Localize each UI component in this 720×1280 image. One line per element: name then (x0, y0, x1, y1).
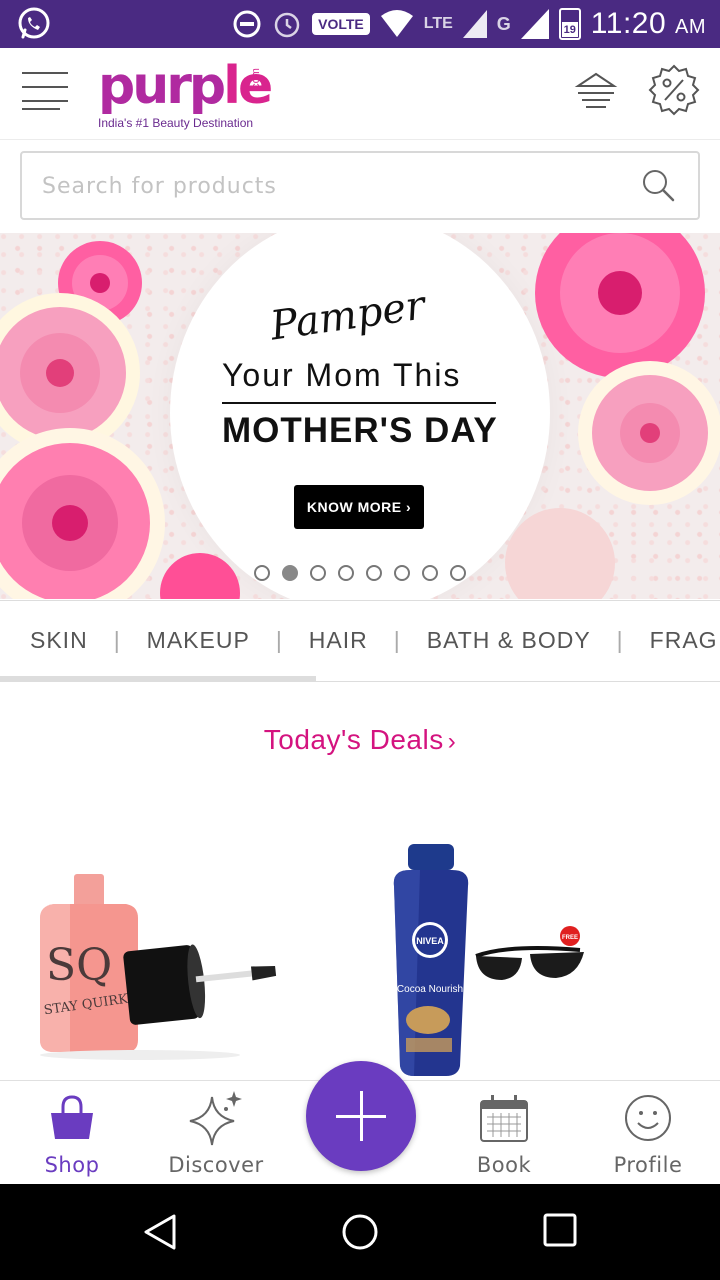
category-separator: | (113, 627, 121, 653)
carousel-dot[interactable] (450, 565, 466, 581)
battery-icon: 19 (558, 8, 581, 40)
plus-fab-button[interactable] (306, 1061, 416, 1171)
app-bar: purple .com India's #1 Beauty Destinatio… (0, 48, 720, 140)
logo-tagline: India's #1 Beauty Destination (98, 116, 254, 130)
tab-profile[interactable]: Profile (576, 1081, 720, 1185)
whatsapp-icon (18, 7, 50, 39)
g-network-label: G (496, 13, 511, 34)
product-brand-text: SQ (46, 940, 112, 991)
search-icon[interactable] (640, 167, 676, 203)
category-tab-skin[interactable]: SKIN (30, 627, 88, 654)
android-navigation-bar (0, 1184, 720, 1280)
search-input[interactable] (42, 167, 622, 205)
chevron-right-icon: › (447, 728, 457, 755)
home-icon[interactable] (340, 1212, 380, 1252)
todays-deals-link[interactable]: Today's Deals › (0, 724, 720, 756)
banner-subheadline: MOTHER'S DAY (222, 411, 498, 450)
tab-label: Discover (168, 1153, 264, 1177)
category-tab-fragrance[interactable]: FRAG (650, 627, 718, 654)
carousel-dot[interactable] (422, 565, 438, 581)
purple-logo[interactable]: purple .com India's #1 Beauty Destinatio… (98, 54, 273, 138)
tab-discover[interactable]: Discover (144, 1081, 288, 1185)
know-more-button[interactable]: KNOW MORE › (294, 485, 424, 529)
filter-icon[interactable] (574, 72, 618, 112)
clock: 11:20 AM (591, 7, 706, 41)
banner-headline: Your Mom This (222, 357, 462, 393)
clock-ampm: AM (675, 16, 706, 38)
category-scroll-indicator (0, 676, 316, 681)
menu-icon[interactable] (22, 70, 68, 110)
signal-icon-1 (462, 10, 487, 38)
volte-badge: VOLTE (312, 13, 370, 35)
status-bar: VOLTE LTE G 19 11:20 AM (0, 0, 720, 48)
free-badge: FREE (562, 935, 578, 941)
banner-divider (222, 402, 496, 404)
calendar-icon (480, 1095, 528, 1142)
offer-percent-icon[interactable] (648, 64, 700, 116)
product-image-nail-polish[interactable]: SQ STAY QUIRKY (30, 870, 280, 1060)
carousel-dots (254, 565, 466, 581)
wifi-icon (380, 10, 413, 37)
carousel-dot[interactable] (254, 565, 270, 581)
carousel-dot[interactable] (338, 565, 354, 581)
category-tab-makeup[interactable]: MAKEUP (147, 627, 250, 654)
carousel-dot[interactable] (366, 565, 382, 581)
clock-time: 11:20 (590, 7, 667, 40)
tab-label: Profile (613, 1153, 683, 1177)
recents-icon[interactable] (542, 1212, 578, 1248)
carousel-dot[interactable] (310, 565, 326, 581)
deals-title: Today's Deals (263, 724, 444, 755)
smiley-icon (625, 1095, 671, 1141)
hero-banner[interactable]: Pamper Your Mom This MOTHER'S DAY KNOW M… (0, 233, 720, 599)
carousel-dot[interactable] (394, 565, 410, 581)
category-tab-hair[interactable]: HAIR (309, 627, 368, 654)
category-tab-bath-body[interactable]: BATH & BODY (427, 627, 591, 654)
shopping-bag-icon (51, 1095, 93, 1139)
product-brand-text: NIVEA (416, 936, 444, 946)
alarm-icon (274, 12, 300, 38)
lte-label: LTE (423, 15, 453, 32)
tab-label: Shop (44, 1153, 100, 1177)
tab-label: Book (476, 1153, 532, 1177)
category-separator: | (393, 627, 401, 653)
tab-shop[interactable]: Shop (0, 1081, 144, 1185)
category-separator: | (616, 627, 624, 653)
back-icon[interactable] (140, 1212, 180, 1252)
product-image-nivea-lotion[interactable]: NIVEA Cocoa Nourish FREE (380, 840, 600, 1080)
category-tabs: SKIN | MAKEUP | HAIR | BATH & BODY | FRA… (0, 600, 720, 682)
carousel-dot-active[interactable] (282, 565, 298, 581)
do-not-disturb-icon (233, 10, 261, 38)
signal-icon-2 (520, 9, 549, 39)
logo-wordmark: purple (98, 56, 273, 116)
search-box (20, 151, 700, 220)
product-sub-text: Cocoa Nourish (397, 984, 463, 995)
category-separator: | (275, 627, 283, 653)
logo-suffix: .com (249, 68, 262, 92)
tab-book[interactable]: Book (432, 1081, 576, 1185)
battery-level: 19 (561, 21, 578, 37)
sparkle-icon (189, 1091, 242, 1146)
